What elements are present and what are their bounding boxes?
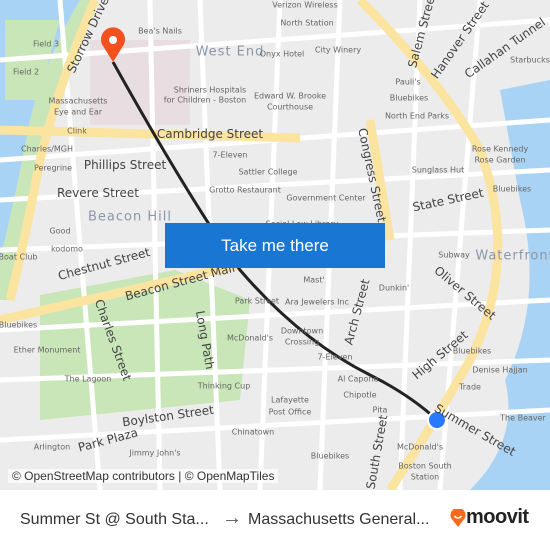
map-label-poi: Dunkin' (378, 283, 410, 293)
map-label-poi: Boat Club (0, 252, 38, 262)
map-label-poi: Sunglass Hut (411, 165, 465, 175)
map-label-poi: Government Center (286, 193, 366, 203)
map-label-poi: Bluebikes (310, 451, 350, 461)
map-label-poi: North Station (280, 18, 334, 28)
map-label-poi: Pita (372, 405, 388, 415)
map-label-poi: Rose Garden (474, 155, 526, 165)
map-label-poi: Park Street (234, 296, 280, 306)
map-label-poi: kodomo (51, 244, 83, 254)
map-label-poi: North End Parks (384, 111, 450, 121)
map-label-poi: The Beaver (500, 413, 546, 423)
footer-bar: Summer St @ South Sta... → Massachusetts… (0, 490, 550, 550)
map-label-poi: Shriners Hospitals (173, 85, 247, 95)
map-label-street: Cambridge Street (156, 127, 264, 141)
moovit-wordmark: moovit (466, 506, 529, 528)
map-label-poi: Bluebikes (0, 320, 38, 330)
map-label-poi: Post Office (268, 407, 312, 417)
map-label-poi: Ara Jewelers Inc (285, 297, 349, 307)
map-label-poi: Sattler College (238, 167, 298, 177)
map-label-poi: Lafayette (271, 395, 309, 405)
origin-name: Summer St @ South Sta... (20, 511, 209, 528)
map-label-poi: Crossing (284, 337, 320, 347)
map-label-area: Beacon Hill (88, 209, 172, 225)
map-label-poi: Denise Hajjan (472, 365, 528, 375)
map-label-poi: Courthouse (266, 102, 314, 112)
map-label-poi: Field 2 (12, 67, 40, 77)
map-label-poi: Grotto Restaurant (209, 185, 281, 195)
arrow-right-icon: → (222, 507, 242, 529)
map-label-poi: Field 3 (32, 39, 60, 49)
map-label-poi: Bluebikes (492, 184, 532, 194)
map-label-poi: Station (410, 472, 440, 482)
moovit-pin-icon (450, 508, 466, 527)
map-attribution[interactable]: © OpenStreetMap contributors | © OpenMap… (8, 469, 279, 483)
map-label-area: Waterfront (475, 248, 550, 264)
moovit-logo: moovit (450, 506, 529, 529)
map-label-poi: Eye and Ear (53, 107, 103, 117)
map-label-poi: Downtown (280, 326, 324, 336)
map-label-poi: Onyx Hotel (259, 49, 305, 59)
map-label-poi: Pauli's (395, 77, 421, 87)
map-label-poi: Verizon Wireless (272, 0, 338, 10)
map-label-poi: Rose Kennedy (471, 144, 529, 154)
map-label-poi: Mast' (303, 275, 325, 285)
map-label-poi: Bluebikes (452, 346, 492, 356)
map-label-poi: Charles/MGH (21, 144, 73, 154)
destination-name: Massachusetts General... (248, 511, 430, 528)
map-label-area: West End (195, 44, 265, 60)
map-label-poi: Massachusetts (48, 96, 108, 106)
map-label-poi: Peregrine (33, 163, 73, 173)
map-label-poi: Edward W. Brooke (253, 91, 327, 101)
map-label-poi: McDonald's (397, 442, 443, 452)
map-label-poi: Chinatown (231, 427, 275, 437)
map-label-poi: Subway (438, 250, 470, 260)
map-label-poi: 7-Eleven (212, 150, 248, 160)
map-label-poi: Ether Monument (13, 345, 81, 355)
map-label-poi: Arlington (33, 442, 71, 452)
map-label-poi: Clink (67, 126, 87, 136)
map-label-poi: for Children - Boston (163, 95, 247, 105)
map[interactable]: Verizon Wireless North Station Bea's Nails… (0, 0, 550, 490)
map-label-poi: Bea's Nails (138, 26, 182, 36)
map-label-poi: Jimmy John's (129, 448, 181, 458)
map-label-poi: Starbucks (510, 55, 550, 65)
map-label-poi: Al Capone (337, 374, 379, 384)
map-label-poi: McDonald's (227, 333, 273, 343)
map-label-poi: Good (49, 226, 71, 236)
map-label-poi: Boston South (398, 461, 452, 471)
map-label-street: Revere Street (57, 186, 139, 200)
take-me-there-button[interactable]: Take me there (165, 223, 385, 268)
map-label-poi: Thinking Cup (197, 381, 251, 391)
map-label-poi: Trade (459, 382, 481, 392)
map-label-poi: City Winery (314, 45, 362, 55)
map-label-poi: Bluebikes (389, 93, 429, 103)
map-label-street: Phillips Street (83, 158, 167, 172)
map-label-poi: The Lagoon (64, 374, 112, 384)
map-label-poi: Chipotle (343, 390, 377, 400)
map-label-poi: 7-Eleven (317, 352, 353, 362)
